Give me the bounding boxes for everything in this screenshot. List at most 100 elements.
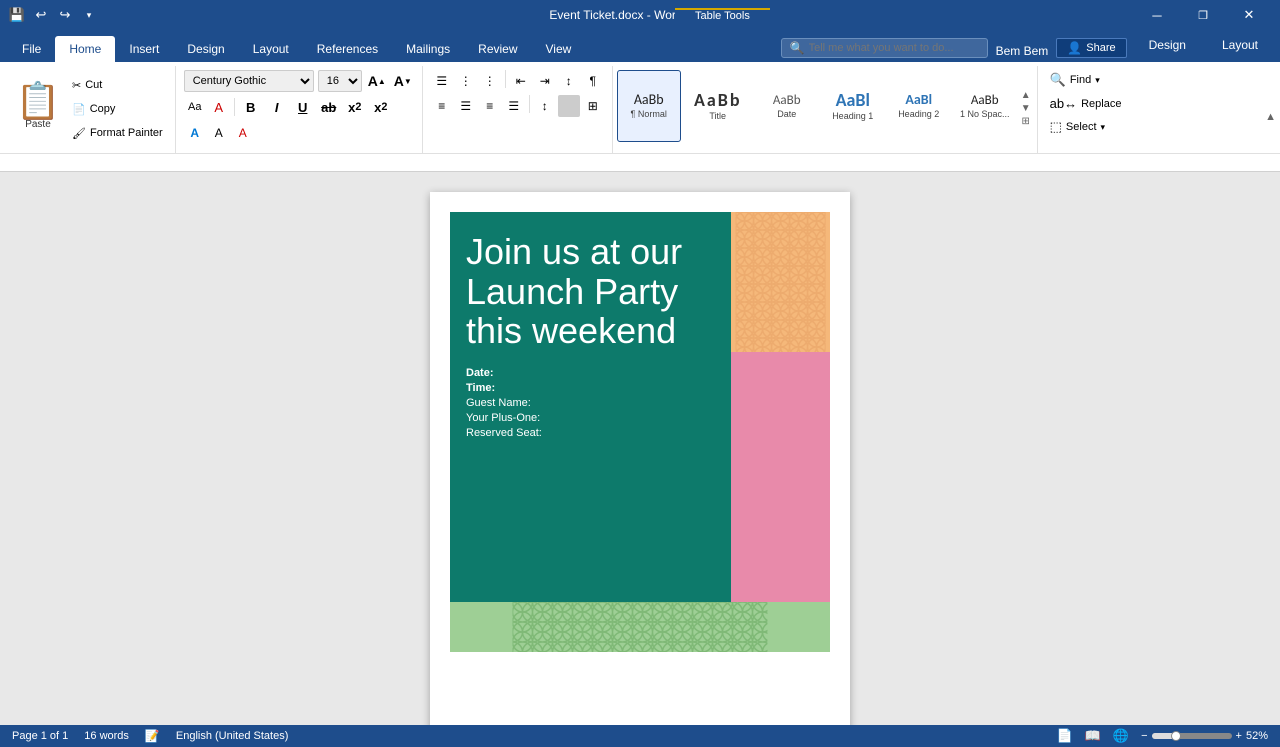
tab-design[interactable]: Design	[173, 36, 238, 62]
paste-icon: 📋	[16, 83, 61, 119]
save-icon[interactable]: 💾	[8, 6, 26, 24]
style-title-label: Title	[709, 111, 726, 121]
underline-button[interactable]: U	[291, 95, 315, 119]
decrease-indent-button[interactable]: ⇤	[510, 70, 532, 92]
font-grow-button[interactable]: A▲	[366, 70, 388, 92]
tab-view[interactable]: View	[532, 36, 586, 62]
cut-button[interactable]: ✂ Cut	[68, 74, 167, 96]
copy-button[interactable]: 📄 Copy	[68, 98, 167, 120]
find-dropdown-icon[interactable]: ▾	[1095, 75, 1100, 86]
ticket-guest: Guest Name:	[466, 397, 715, 409]
ticket-table: Join us at our Launch Party this weekend…	[450, 212, 830, 602]
style-date-label: Date	[777, 109, 796, 119]
align-right-button[interactable]: ≡	[479, 95, 501, 117]
share-button[interactable]: 👤Share	[1056, 38, 1126, 58]
style-normal-preview: AaBb	[634, 93, 664, 107]
tab-home[interactable]: Home	[55, 36, 115, 62]
line-spacing-button[interactable]: ↕	[534, 95, 556, 117]
select-dropdown-icon[interactable]: ▾	[1101, 122, 1106, 133]
select-button[interactable]: ⬚ Select ▾	[1046, 117, 1126, 137]
justify-button[interactable]: ☰	[503, 95, 525, 117]
search-input[interactable]	[809, 42, 979, 54]
strikethrough-button[interactable]: ab	[317, 95, 341, 119]
zoom-slider[interactable]	[1152, 733, 1232, 739]
borders-button[interactable]: ⊞	[582, 95, 604, 117]
styles-expand-icon[interactable]: ⊞	[1021, 116, 1031, 127]
subscript-button[interactable]: x2	[343, 95, 367, 119]
styles-scroll-area[interactable]: ▲ ▼ ⊞	[1019, 70, 1033, 146]
restore-button[interactable]: ❐	[1180, 0, 1226, 30]
replace-button[interactable]: ab↔ Replace	[1046, 94, 1126, 113]
search-area[interactable]: 🔍	[781, 38, 988, 58]
font-row2: Aa A B I U ab x2 x2	[184, 95, 414, 119]
style-title[interactable]: AaBb Title	[683, 70, 753, 142]
align-center-button[interactable]: ☰	[455, 95, 477, 117]
font-shrink-button[interactable]: A▼	[392, 70, 414, 92]
tab-tabletools-layout[interactable]: Layout	[1208, 32, 1272, 58]
undo-icon[interactable]: ↩	[32, 6, 50, 24]
find-icon: 🔍	[1050, 72, 1066, 88]
italic-button[interactable]: I	[265, 95, 289, 119]
style-heading2[interactable]: AaBl Heading 2	[887, 70, 951, 142]
increase-indent-button[interactable]: ⇥	[534, 70, 556, 92]
style-date[interactable]: AaBb Date	[755, 70, 819, 142]
quick-access-dropdown-icon[interactable]: ▾	[80, 6, 98, 24]
font-color-button[interactable]: A	[232, 122, 254, 144]
zoom-in-button[interactable]: +	[1236, 730, 1242, 742]
window-controls: ─ ❐ ✕	[1134, 0, 1272, 30]
view-web-icon[interactable]: 🌐	[1113, 728, 1129, 744]
ticket-bottom-bar	[450, 602, 830, 652]
bold-button[interactable]: B	[239, 95, 263, 119]
status-bar-left: Page 1 of 1 16 words 📝 English (United S…	[12, 729, 288, 743]
zoom-out-button[interactable]: −	[1141, 730, 1147, 742]
minimize-button[interactable]: ─	[1134, 0, 1180, 30]
status-bar: Page 1 of 1 16 words 📝 English (United S…	[0, 725, 1280, 747]
view-normal-icon[interactable]: 📄	[1057, 728, 1073, 744]
font-size-select[interactable]: 16	[318, 70, 362, 92]
tab-layout[interactable]: Layout	[239, 36, 303, 62]
user-area: Bem Bem	[996, 44, 1049, 58]
sort-button[interactable]: ↕	[558, 70, 580, 92]
style-title-preview: AaBb	[694, 91, 742, 109]
change-case-button[interactable]: Aa	[184, 96, 206, 118]
text-highlight-button[interactable]: A	[208, 122, 230, 144]
close-button[interactable]: ✕	[1226, 0, 1272, 30]
tab-references[interactable]: References	[303, 36, 392, 62]
paste-button[interactable]: 📋 Paste	[12, 70, 64, 142]
scroll-up-icon[interactable]: ▲	[1021, 90, 1031, 101]
spellcheck-icon[interactable]: 📝	[145, 729, 160, 743]
style-nospace[interactable]: AaBb 1 No Spac...	[953, 70, 1017, 142]
font-name-select[interactable]: Century Gothic	[184, 70, 314, 92]
language[interactable]: English (United States)	[176, 730, 289, 742]
style-h2-preview: AaBl	[905, 93, 932, 107]
numbering-button[interactable]: ⋮	[455, 70, 477, 92]
tab-file[interactable]: File	[8, 36, 55, 62]
tab-review[interactable]: Review	[464, 36, 531, 62]
format-painter-button[interactable]: 🖌 Format Painter	[68, 122, 167, 144]
view-read-icon[interactable]: 📖	[1085, 728, 1101, 744]
redo-icon[interactable]: ↪	[56, 6, 74, 24]
find-button[interactable]: 🔍 Find ▾	[1046, 70, 1126, 90]
tab-mailings[interactable]: Mailings	[392, 36, 464, 62]
tab-insert[interactable]: Insert	[115, 36, 173, 62]
word-page: Join us at our Launch Party this weekend…	[430, 192, 850, 747]
page-info: Page 1 of 1	[12, 730, 68, 742]
styles-gallery: AaBb ¶ Normal AaBb Title AaBb Date AaBl …	[617, 70, 1033, 146]
zoom-level[interactable]: 52%	[1246, 730, 1268, 742]
tab-tabletools-design[interactable]: Design	[1135, 32, 1200, 58]
show-formatting-button[interactable]: ¶	[582, 70, 604, 92]
style-heading1[interactable]: AaBl Heading 1	[821, 70, 885, 142]
clipboard-actions: ✂ Cut 📄 Copy 🖌 Format Painter	[68, 70, 167, 144]
align-left-button[interactable]: ≡	[431, 95, 453, 117]
style-normal[interactable]: AaBb ¶ Normal	[617, 70, 681, 142]
shading-button[interactable]	[558, 95, 580, 117]
scroll-down-icon[interactable]: ▼	[1021, 103, 1031, 114]
superscript-button[interactable]: x2	[369, 95, 393, 119]
multilevel-button[interactable]: ⋮	[479, 70, 501, 92]
quick-access-toolbar: 💾 ↩ ↪ ▾	[8, 6, 98, 24]
text-effects-button[interactable]: A	[184, 122, 206, 144]
bullets-button[interactable]: ☰	[431, 70, 453, 92]
editing-actions: 🔍 Find ▾ ab↔ Replace ⬚ Select ▾	[1046, 70, 1126, 137]
clear-formatting-button[interactable]: A	[208, 96, 230, 118]
style-h1-label: Heading 1	[832, 111, 873, 121]
